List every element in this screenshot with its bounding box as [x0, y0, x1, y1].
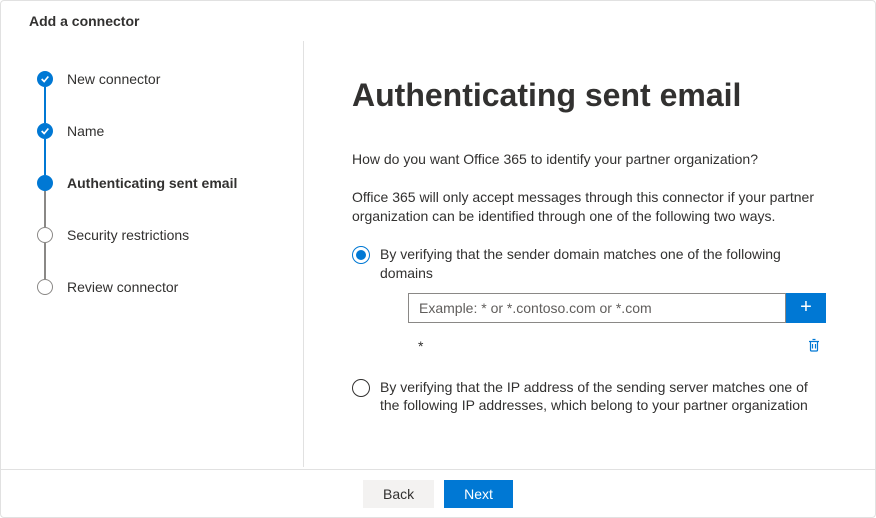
step-pending-icon: [37, 279, 53, 295]
main-content: Authenticating sent email How do you wan…: [304, 41, 875, 467]
footer-actions: Back Next: [1, 469, 875, 517]
radio-option-ip[interactable]: By verifying that the IP address of the …: [352, 378, 827, 416]
step-sidebar: New connector Name Authenticating sent e…: [1, 41, 304, 467]
page-title: Add a connector: [1, 1, 875, 41]
radio-option-domain[interactable]: By verifying that the sender domain matc…: [352, 245, 827, 360]
step-label: Authenticating sent email: [67, 175, 237, 191]
next-button[interactable]: Next: [444, 480, 513, 508]
domain-entry-value: *: [408, 338, 802, 354]
domain-entry-row: *: [408, 333, 826, 360]
step-security-restrictions[interactable]: Security restrictions: [37, 227, 303, 243]
step-authenticating-sent-email[interactable]: Authenticating sent email: [37, 175, 303, 191]
description-text: Office 365 will only accept messages thr…: [352, 188, 827, 227]
checkmark-icon: [37, 123, 53, 139]
step-name[interactable]: Name: [37, 123, 303, 139]
step-label: Security restrictions: [67, 227, 189, 243]
checkmark-icon: [37, 71, 53, 87]
intro-text: How do you want Office 365 to identify y…: [352, 150, 827, 170]
step-review-connector[interactable]: Review connector: [37, 279, 303, 295]
add-domain-button[interactable]: +: [786, 293, 826, 323]
step-label: Name: [67, 123, 104, 139]
step-pending-icon: [37, 227, 53, 243]
radio-button[interactable]: [352, 246, 370, 264]
step-label: Review connector: [67, 279, 178, 295]
delete-domain-button[interactable]: [802, 333, 826, 360]
step-new-connector[interactable]: New connector: [37, 71, 303, 87]
main-heading: Authenticating sent email: [352, 77, 827, 114]
radio-button[interactable]: [352, 379, 370, 397]
radio-label: By verifying that the sender domain matc…: [380, 246, 781, 281]
back-button[interactable]: Back: [363, 480, 434, 508]
trash-icon: [806, 337, 822, 353]
radio-label: By verifying that the IP address of the …: [380, 378, 827, 416]
domain-input[interactable]: [408, 293, 786, 323]
plus-icon: +: [800, 296, 812, 319]
step-label: New connector: [67, 71, 160, 87]
step-current-icon: [37, 175, 53, 191]
